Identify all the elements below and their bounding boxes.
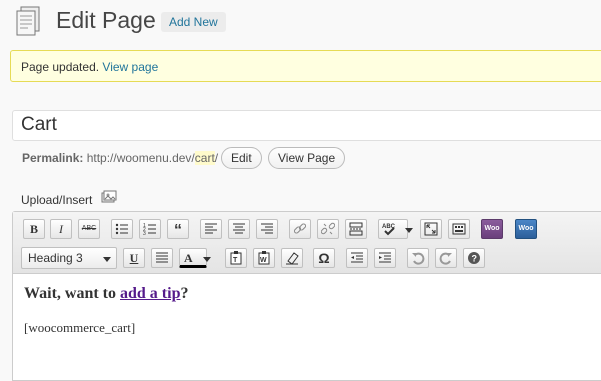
format-select[interactable]: Heading 3 [21,247,117,269]
heading-suffix: ? [180,285,189,302]
redo-icon[interactable] [435,248,457,268]
edit-permalink-button[interactable]: Edit [221,147,262,169]
permalink-slug[interactable]: cart [194,151,215,165]
paste-text-icon[interactable]: T [225,248,247,268]
paste-word-icon[interactable]: W [253,248,275,268]
pages-icon [12,5,44,37]
svg-text:T: T [233,257,238,264]
view-page-link[interactable]: View page [102,60,158,74]
underline-icon[interactable]: U [123,248,145,268]
align-left-icon[interactable] [200,219,222,239]
title-input[interactable]: Cart [12,110,601,141]
fullscreen-icon[interactable] [420,219,442,239]
add-media-icon[interactable] [101,190,117,204]
notice-text: Page updated. [21,60,100,74]
bullet-list-icon[interactable] [111,219,133,239]
woocommerce-icon[interactable]: Woo [481,219,503,239]
permalink-row: Permalink: http://woomenu.dev/cart/ [22,151,218,165]
clear-formatting-icon[interactable] [281,248,303,268]
page-title: Edit Page [56,7,156,33]
more-tag-icon[interactable] [345,219,367,239]
woocommerce-shortcodes-icon[interactable]: Woo [515,219,537,239]
outdent-icon[interactable] [346,248,368,268]
kitchen-sink-icon[interactable] [448,219,470,239]
justify-icon[interactable] [151,248,173,268]
view-page-button[interactable]: View Page [268,147,346,169]
add-new-button[interactable]: Add New [161,12,226,32]
add-tip-link[interactable]: add a tip [120,285,180,302]
undo-icon[interactable] [407,248,429,268]
permalink-label: Permalink: [22,151,84,165]
align-right-icon[interactable] [256,219,278,239]
notice-message: Page updated. View page [21,60,158,74]
heading-text: Wait, want to [24,285,116,302]
permalink-suffix: / [214,151,219,165]
indent-icon[interactable] [374,248,396,268]
content-editor: B I ABC 123 “ ABC Woo Woo Heading 3 U A … [12,211,601,381]
content-heading: Wait, want to add a tip? [24,285,188,303]
italic-icon[interactable]: I [50,219,72,239]
upload-insert-label: Upload/Insert [21,193,93,207]
chevron-down-icon [103,257,111,262]
editor-toolbar: B I ABC 123 “ ABC Woo Woo Heading 3 U A … [13,212,601,274]
permalink-base-url[interactable]: http://woomenu.dev/ [87,151,195,165]
unlink-icon[interactable] [317,219,339,239]
numbered-list-icon[interactable]: 123 [139,219,161,239]
shortcode-text: [woocommerce_cart] [24,320,136,335]
svg-text:?: ? [472,254,478,264]
update-notice: Page updated. View page [10,50,601,82]
text-color-dropdown-icon[interactable] [203,257,211,262]
strikethrough-icon[interactable]: ABC [78,219,100,239]
blockquote-icon[interactable]: “ [167,219,189,239]
svg-text:3: 3 [143,231,146,236]
align-center-icon[interactable] [228,219,250,239]
format-select-value: Heading 3 [28,251,83,265]
link-icon[interactable] [289,219,311,239]
spellcheck-dropdown-icon[interactable] [405,228,413,233]
spellcheck-icon[interactable]: ABC [378,219,408,239]
svg-text:W: W [260,257,267,264]
special-character-icon[interactable]: Ω [313,248,335,268]
help-icon[interactable]: ? [463,248,485,268]
bold-icon[interactable]: B [23,219,45,239]
